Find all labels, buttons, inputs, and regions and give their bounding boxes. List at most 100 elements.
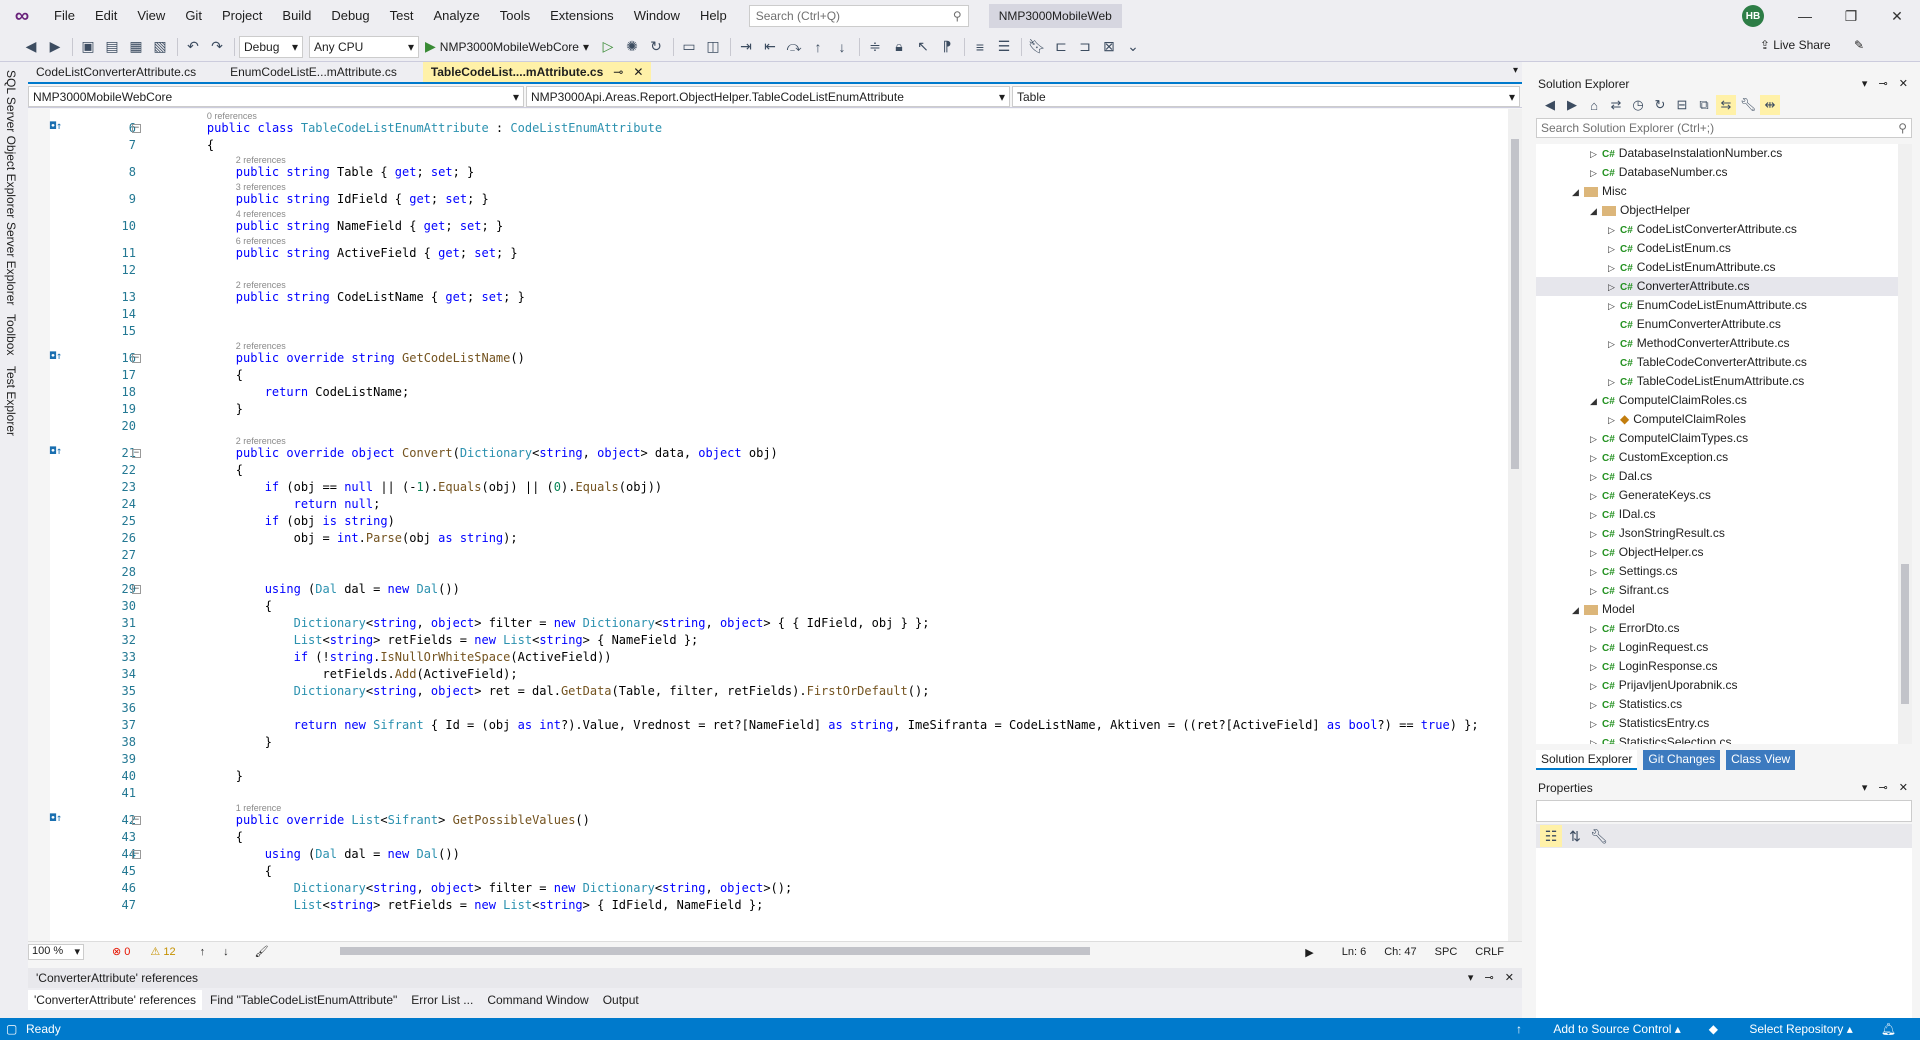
editor-horizontal-scrollbar[interactable] [340,947,1090,955]
code-line[interactable]: 25 if (obj is string) [28,514,1518,531]
expanded-arrow-icon[interactable]: ◢ [1572,183,1584,202]
code-line[interactable]: 27 [28,548,1518,565]
code-editor[interactable]: 0 references 6 ◘↑ − public class TableCodeL… [28,109,1522,941]
collapsed-arrow-icon[interactable]: ▷ [1590,506,1602,525]
code-line[interactable]: 46 Dictionary<string, object> filter = n… [28,881,1518,898]
indent-icon[interactable]: ≡ [969,36,991,58]
forward-icon[interactable]: ▶ [44,36,66,58]
line-number[interactable]: Ln: 6 [1342,946,1366,958]
step-back-icon[interactable]: ⇤ [759,36,781,58]
solution-search-input[interactable]: Search Solution Explorer (Ctrl+;) ⚲ [1536,118,1912,138]
code-line[interactable]: 44− using (Dal dal = new Dal()) [28,847,1518,864]
code-line[interactable]: 24 return null; [28,497,1518,514]
codelens-references[interactable]: 2 references [236,341,286,351]
browser-icon[interactable]: ▭ [678,36,700,58]
pin-icon[interactable]: ⊸ [1879,78,1888,90]
collapsed-arrow-icon[interactable]: ▷ [1590,145,1602,164]
code-line[interactable]: 30 { [28,599,1518,616]
code-line[interactable]: 9 public string IdField { get; set; } [28,192,1518,209]
menu-extensions[interactable]: Extensions [540,0,624,32]
menu-build[interactable]: Build [272,0,321,32]
code-line[interactable]: 23 if (obj == null || (-1).Equals(obj) |… [28,480,1518,497]
tree-folder-item[interactable]: ◢ ObjectHelper [1536,201,1898,220]
code-line[interactable]: 21 ◘↑ − public override object Convert(Dic… [28,446,1518,463]
codelens-references[interactable]: 2 references [236,155,286,165]
code-line[interactable]: 14 [28,307,1518,324]
expanded-arrow-icon[interactable]: ◢ [1590,202,1602,221]
collapsed-arrow-icon[interactable]: ▷ [1590,734,1602,744]
code-line[interactable]: 17 { [28,368,1518,385]
down-arrow-icon[interactable]: ↓ [831,36,853,58]
menu-analyze[interactable]: Analyze [423,0,489,32]
pin-icon[interactable]: ⊸ [1485,972,1494,984]
avatar[interactable]: HB [1742,5,1764,27]
tree-file-item[interactable]: ▷ C# DatabaseInstalationNumber.cs [1536,144,1898,163]
close-icon[interactable]: ✕ [1874,0,1920,32]
pending-changes-icon[interactable]: ◷ [1628,95,1648,115]
forward-icon[interactable]: ▶ [1562,95,1582,115]
tab-error-list[interactable]: Error List ... [405,990,479,1010]
start-debug-button[interactable]: ▶ NMP3000MobileWebCore ▾ [425,38,589,55]
tree-file-item[interactable]: ◢ C# ComputelClaimRoles.cs [1536,391,1898,410]
code-line[interactable]: 11 public string ActiveField { get; set;… [28,246,1518,263]
codelens-references[interactable]: 3 references [236,182,286,192]
column-number[interactable]: Ch: 47 [1384,946,1416,958]
menu-tools[interactable]: Tools [490,0,540,32]
tree-file-item[interactable]: ▷ ◆ ComputelClaimRoles [1536,410,1898,429]
code-line[interactable]: 12 [28,263,1518,280]
open-folder-icon[interactable]: ▤ [101,36,123,58]
collapsed-arrow-icon[interactable]: ▷ [1608,411,1620,430]
tab-test-explorer[interactable]: Test Explorer [4,366,18,436]
override-glyph-icon[interactable]: ◘↑ [50,446,62,457]
menu-git[interactable]: Git [175,0,212,32]
code-line[interactable]: 36 [28,701,1518,718]
line-endings[interactable]: CRLF [1475,946,1504,958]
next-issue-icon[interactable]: ↓ [223,946,229,958]
tree-file-item[interactable]: ▷ C# MethodConverterAttribute.cs [1536,334,1898,353]
bookmark-icon[interactable]: 🔖︎ [1026,36,1048,58]
tab-output[interactable]: Output [597,990,645,1010]
save-all-icon[interactable]: ▧ [149,36,171,58]
tree-file-item[interactable]: ▷ C# JsonStringResult.cs [1536,524,1898,543]
codelens-references[interactable]: 1 reference [236,803,282,813]
tree-file-item[interactable]: ▷ C# StatisticsSelection.cs [1536,733,1898,744]
collapsed-arrow-icon[interactable]: ▷ [1608,240,1620,259]
code-line[interactable]: 41 [28,786,1518,803]
project-nav-select[interactable]: NMP3000MobileWebCore ▾ [28,86,524,107]
overflow-icon[interactable]: ⌄ [1122,36,1144,58]
select-repository-button[interactable]: ◆ Select Repository ▴ [1709,1022,1853,1036]
properties-object-select[interactable] [1536,800,1912,822]
menu-edit[interactable]: Edit [85,0,127,32]
tree-file-item[interactable]: ▷ C# ObjectHelper.cs [1536,543,1898,562]
config-select[interactable]: Debug ▾ [239,35,303,58]
show-all-files-icon[interactable]: ⧉ [1694,95,1714,115]
property-pages-icon[interactable]: 🔧︎ [1588,825,1610,847]
tab-toolbox[interactable]: Toolbox [4,314,18,355]
collapsed-arrow-icon[interactable]: ▷ [1590,164,1602,183]
code-line[interactable]: 28 [28,565,1518,582]
codelens-references[interactable]: 2 references [236,436,286,446]
override-glyph-icon[interactable]: ◘↑ [50,813,62,824]
format-icon[interactable]: ⁋ [936,36,958,58]
up-arrow-icon[interactable]: ↑ [807,36,829,58]
collapsed-arrow-icon[interactable]: ▷ [1590,430,1602,449]
code-line[interactable]: 29− using (Dal dal = new Dal()) [28,582,1518,599]
align-icon[interactable]: ≑ [864,36,886,58]
tree-folder-item[interactable]: ◢ Misc [1536,182,1898,201]
tab-server-explorer[interactable]: Server Explorer [4,222,18,305]
tab-find-results[interactable]: Find "TableCodeListEnumAttribute" [204,990,403,1010]
prev-issue-icon[interactable]: ↑ [200,946,206,958]
code-line[interactable]: 18 return CodeListName; [28,385,1518,402]
codelens-references[interactable]: 4 references [236,209,286,219]
menu-project[interactable]: Project [212,0,272,32]
notifications-icon[interactable]: 🔔︎ [1881,1022,1896,1036]
back-icon[interactable]: ◀ [20,36,42,58]
code-line[interactable]: 47 List<string> retFields = new List<str… [28,898,1518,915]
add-to-source-control-button[interactable]: ↑ Add to Source Control ▴ [1516,1022,1681,1036]
expanded-arrow-icon[interactable]: ◢ [1572,601,1584,620]
close-icon[interactable]: ✕ [1899,78,1908,90]
error-count[interactable]: ⊗ 0 [112,945,130,958]
menu-window[interactable]: Window [624,0,690,32]
tree-file-item[interactable]: ▷ C# LoginResponse.cs [1536,657,1898,676]
tree-file-item[interactable]: C# EnumConverterAttribute.cs [1536,315,1898,334]
